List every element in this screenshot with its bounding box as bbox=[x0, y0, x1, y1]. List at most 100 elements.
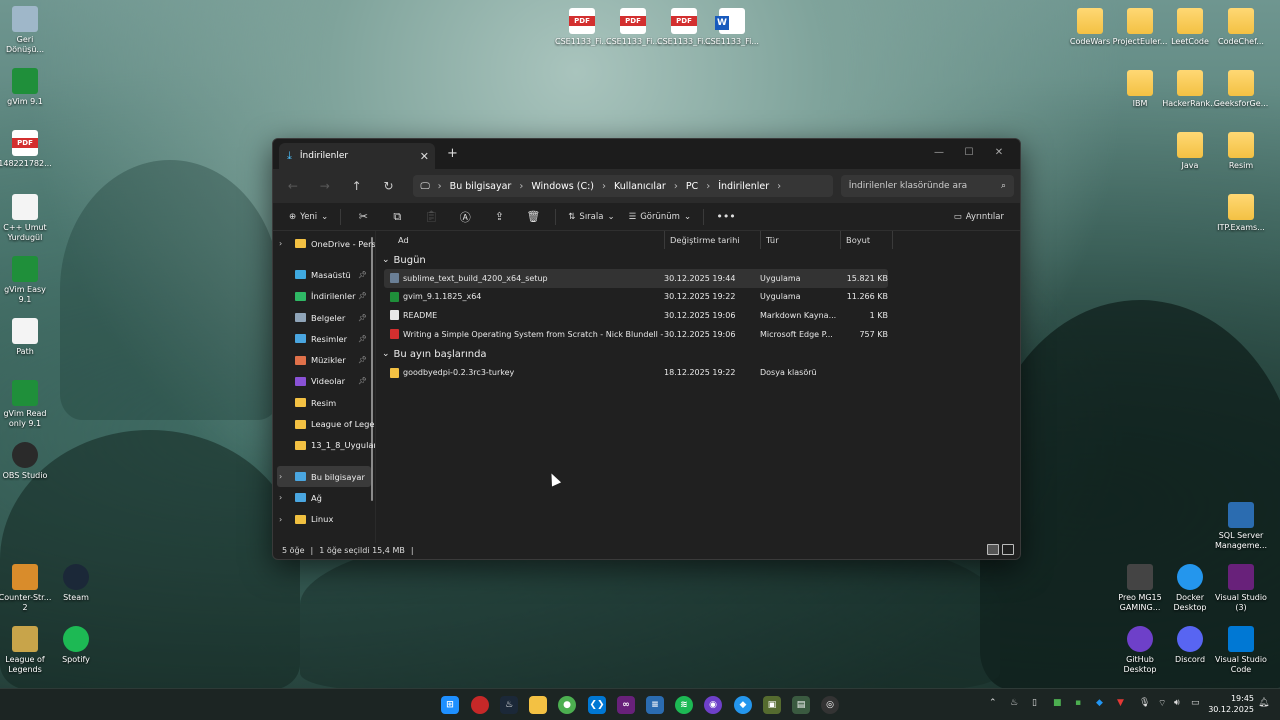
battery-icon[interactable]: ▭ bbox=[1191, 698, 1200, 708]
desktop-icon[interactable]: Docker Desktop bbox=[1162, 564, 1218, 613]
obs-icon[interactable]: ◎ bbox=[821, 696, 839, 714]
file-row[interactable]: sublime_text_build_4200_x64_setup 30.12.2… bbox=[384, 269, 888, 288]
desktop-icon[interactable]: Preo MG15 GAMING... bbox=[1112, 564, 1168, 613]
desktop-icon[interactable]: Visual Studio Code bbox=[1213, 626, 1269, 675]
column-size[interactable]: Boyut bbox=[841, 231, 893, 249]
new-button[interactable]: ⊕ Yeni ⌄ bbox=[283, 206, 334, 228]
view-button[interactable]: ☰ Görünüm ⌄ bbox=[623, 206, 697, 228]
sidebar-item[interactable]: Belgeler 📌︎ bbox=[273, 307, 375, 328]
wifi-icon[interactable]: ⌔ bbox=[1158, 698, 1166, 709]
forward-button[interactable]: → bbox=[311, 174, 339, 198]
desktop-icon[interactable]: ITP.Exams... bbox=[1213, 194, 1269, 233]
sidebar-item[interactable]: Videolar 📌︎ bbox=[273, 371, 375, 392]
sidebar-item[interactable]: Resimler 📌︎ bbox=[273, 328, 375, 349]
chevron-up-icon[interactable]: ⌃ bbox=[989, 698, 997, 708]
desktop-icon[interactable]: SQL Server Manageme... bbox=[1213, 502, 1269, 551]
tray-app-icon[interactable]: ■ bbox=[1053, 698, 1062, 708]
desktop-icon[interactable]: CSE1133_Fi... bbox=[554, 8, 610, 47]
desktop-icon[interactable]: League of Legends bbox=[0, 626, 53, 675]
desktop-icon[interactable]: OBS Studio bbox=[0, 442, 53, 481]
docker-icon[interactable]: ◆ bbox=[734, 696, 752, 714]
sidebar-item[interactable]: Masaüstü 📌︎ bbox=[273, 264, 375, 285]
desktop-icon[interactable]: gVim 9.1 bbox=[0, 68, 53, 107]
sidebar-item[interactable]: › Ağ bbox=[273, 487, 375, 508]
github-icon[interactable]: ◉ bbox=[704, 696, 722, 714]
column-name[interactable]: Ad bbox=[376, 231, 665, 249]
desktop-icon[interactable]: LeetCode bbox=[1162, 8, 1218, 47]
breadcrumb-item[interactable]: Windows (C:) bbox=[531, 181, 594, 192]
share-icon[interactable]: ⇪ bbox=[483, 206, 515, 228]
large-icons-view-icon[interactable] bbox=[1002, 544, 1014, 555]
desktop-icon[interactable]: ProjectEuler... bbox=[1112, 8, 1168, 47]
chevron-right-icon[interactable]: › bbox=[279, 239, 282, 248]
rename-icon[interactable]: Ⓐ bbox=[449, 206, 481, 228]
breadcrumb-item[interactable]: İndirilenler bbox=[718, 181, 769, 192]
column-type[interactable]: Tür bbox=[761, 231, 841, 249]
close-window-button[interactable]: ✕ bbox=[984, 141, 1014, 163]
minimize-button[interactable]: — bbox=[924, 141, 954, 163]
sidebar-item[interactable]: İndirilenler 📌︎ bbox=[273, 286, 375, 307]
app-icon[interactable] bbox=[471, 696, 489, 714]
app-icon[interactable]: ▤ bbox=[792, 696, 810, 714]
nvidia-icon[interactable]: ▣ bbox=[763, 696, 781, 714]
clock[interactable]: 19:45 30.12.2025 bbox=[1208, 693, 1254, 715]
refresh-button[interactable]: ↻ bbox=[375, 174, 403, 198]
details-view-icon[interactable] bbox=[987, 544, 999, 555]
cut-icon[interactable]: ✂ bbox=[347, 206, 379, 228]
sort-button[interactable]: ⇅ Sırala ⌄ bbox=[562, 206, 620, 228]
breadcrumb-item[interactable]: PC bbox=[686, 181, 698, 192]
desktop-icon[interactable]: Visual Studio (3) bbox=[1213, 564, 1269, 613]
copy-icon[interactable]: ⧉ bbox=[381, 206, 413, 228]
desktop-icon[interactable]: CSE1133_Fi... bbox=[605, 8, 661, 47]
spotify-icon[interactable]: ≋ bbox=[675, 696, 693, 714]
group-header[interactable]: ⌄ Bu ayın başlarında bbox=[376, 345, 1020, 363]
tab-downloads[interactable]: ⤓ İndirilenler ✕ bbox=[279, 143, 435, 169]
desktop-icon[interactable]: CodeChef... bbox=[1213, 8, 1269, 47]
address-bar[interactable]: 🖵 › Bu bilgisayar › Windows (C:) › Kulla… bbox=[412, 175, 833, 197]
chrome-icon[interactable]: ● bbox=[558, 696, 576, 714]
details-pane-button[interactable]: ▭ Ayrıntılar bbox=[948, 206, 1010, 228]
maximize-button[interactable]: ☐ bbox=[954, 141, 984, 163]
close-tab-icon[interactable]: ✕ bbox=[420, 150, 429, 163]
desktop-icon[interactable]: CodeWars bbox=[1062, 8, 1118, 47]
file-row[interactable]: README 30.12.2025 19:06 Markdown Kayna... 1… bbox=[384, 306, 888, 325]
sidebar-item[interactable]: › OneDrive - Pers bbox=[273, 233, 375, 254]
file-row[interactable]: Writing a Simple Operating System from S… bbox=[384, 325, 888, 344]
file-row[interactable]: goodbyedpi-0.2.3rc3-turkey 18.12.2025 19:… bbox=[384, 363, 888, 382]
up-button[interactable]: ↑ bbox=[343, 174, 371, 198]
breadcrumb-item[interactable]: Kullanıcılar bbox=[614, 181, 666, 192]
desktop-icon[interactable]: HackerRank... bbox=[1162, 70, 1218, 109]
visual-studio-icon[interactable]: ∞ bbox=[617, 696, 635, 714]
chevron-right-icon[interactable]: › bbox=[279, 515, 282, 524]
desktop-icon[interactable]: GitHub Desktop bbox=[1112, 626, 1168, 675]
group-header[interactable]: ⌄ Bugün bbox=[376, 251, 1020, 269]
sidebar-item[interactable]: Müzikler 📌︎ bbox=[273, 349, 375, 370]
chevron-right-icon[interactable]: › bbox=[279, 472, 282, 481]
desktop-icon[interactable]: Spotify bbox=[48, 626, 104, 665]
desktop-icon[interactable]: Counter-Str... 2 bbox=[0, 564, 53, 613]
security-icon[interactable]: ◆ bbox=[1096, 698, 1103, 708]
desktop-icon[interactable]: Discord bbox=[1162, 626, 1218, 665]
breadcrumb-chevron-icon[interactable]: › bbox=[777, 181, 781, 192]
search-input[interactable]: İndirilenler klasöründe ara ⌕ bbox=[840, 175, 1014, 197]
ssms-icon[interactable]: ≡ bbox=[646, 696, 664, 714]
desktop-icon[interactable]: 148221782... bbox=[0, 130, 53, 169]
desktop-icon[interactable]: Resim bbox=[1213, 132, 1269, 171]
file-row[interactable]: gvim_9.1.1825_x64 30.12.2025 19:22 Uygulam… bbox=[384, 288, 888, 307]
desktop-icon[interactable]: Geri Dönüşü... bbox=[0, 6, 53, 55]
sidebar-item[interactable]: › Linux bbox=[273, 509, 375, 530]
new-tab-button[interactable]: + bbox=[447, 146, 458, 161]
desktop-icon[interactable]: GeeksforGe... bbox=[1213, 70, 1269, 109]
chevron-right-icon[interactable]: › bbox=[279, 493, 282, 502]
microphone-icon[interactable]: 🎙︎ bbox=[1139, 698, 1150, 708]
more-options-icon[interactable]: ••• bbox=[710, 206, 742, 228]
desktop-icon[interactable]: Path bbox=[0, 318, 53, 357]
breadcrumb-item[interactable]: Bu bilgisayar bbox=[450, 181, 512, 192]
desktop-icon[interactable]: IBM bbox=[1112, 70, 1168, 109]
paste-icon[interactable]: 📋︎ bbox=[415, 206, 447, 228]
desktop-icon[interactable]: Steam bbox=[48, 564, 104, 603]
vscode-icon[interactable]: ❮❯ bbox=[588, 696, 606, 714]
notification-icon[interactable]: 🔔︎ bbox=[1258, 698, 1269, 708]
start-icon[interactable]: ⊞ bbox=[441, 696, 459, 714]
desktop-icon[interactable]: C++ Umut Yurdugül bbox=[0, 194, 53, 243]
